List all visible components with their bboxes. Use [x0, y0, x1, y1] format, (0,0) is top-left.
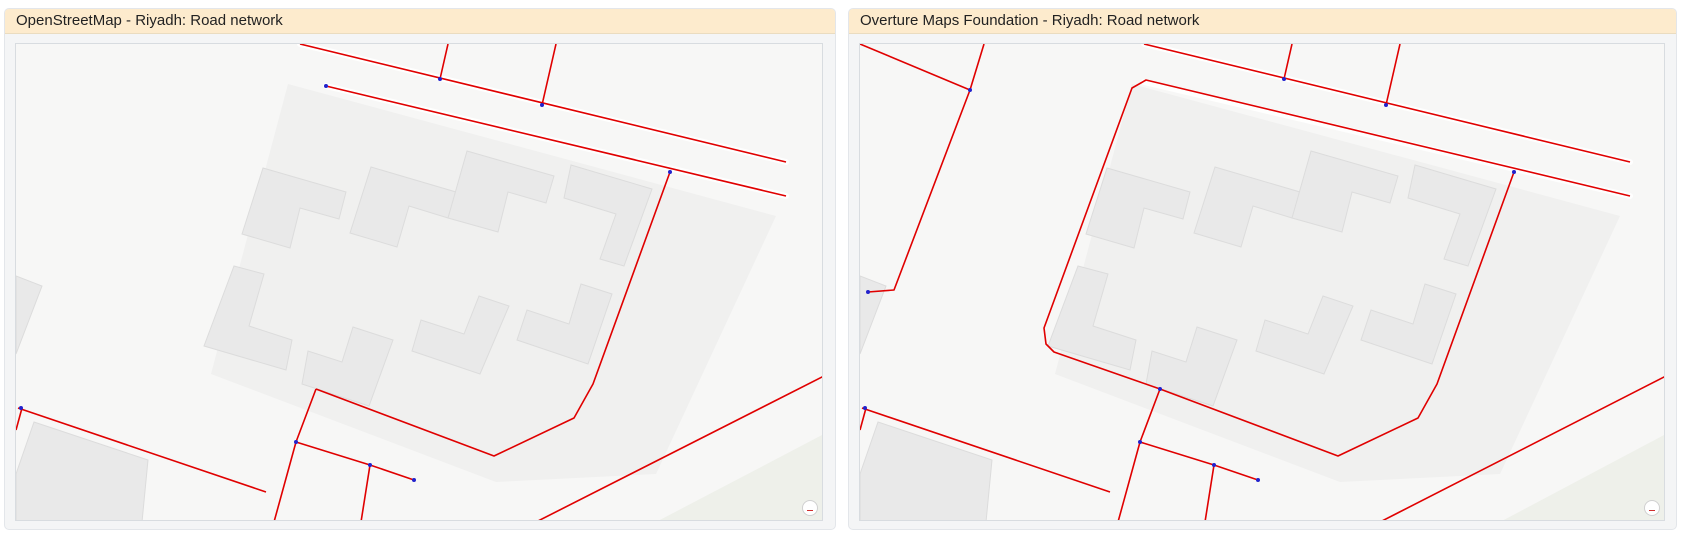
- road-node: [294, 440, 298, 444]
- road: [295, 441, 415, 481]
- building: [16, 421, 149, 520]
- road: [867, 44, 985, 293]
- road: [360, 464, 371, 520]
- road: [1283, 44, 1293, 80]
- road-node: [863, 406, 867, 410]
- road-node: [668, 170, 672, 174]
- road-node: [438, 77, 442, 81]
- panel-title: OpenStreetMap - Riyadh: Road network: [5, 9, 835, 34]
- road: [860, 44, 971, 91]
- road-node: [324, 84, 328, 88]
- road: [1139, 441, 1259, 481]
- road-node: [19, 406, 23, 410]
- road-node: [1512, 170, 1516, 174]
- campus-area: [1055, 84, 1620, 482]
- overture-map-panel: Overture Maps Foundation - Riyadh: Road …: [848, 8, 1677, 530]
- road-node: [1158, 387, 1162, 391]
- road-node: [368, 463, 372, 467]
- road-node: [1256, 478, 1260, 482]
- osm-map-panel: OpenStreetMap - Riyadh: Road network: [4, 8, 836, 530]
- road-node: [1384, 103, 1388, 107]
- building: [16, 275, 43, 355]
- campus-area: [211, 84, 776, 482]
- panel-title: Overture Maps Foundation - Riyadh: Road …: [849, 9, 1676, 34]
- road: [541, 44, 557, 106]
- map-view[interactable]: [15, 43, 823, 521]
- map-canvas[interactable]: [860, 44, 1665, 521]
- road-node: [1282, 77, 1286, 81]
- road-node: [1212, 463, 1216, 467]
- building: [860, 275, 887, 355]
- road: [1204, 464, 1215, 520]
- road-node: [412, 478, 416, 482]
- park-area: [1503, 435, 1664, 520]
- road-node: [1138, 440, 1142, 444]
- road-node: [540, 103, 544, 107]
- road-node: [968, 88, 972, 92]
- park-area: [659, 435, 822, 520]
- road: [16, 407, 23, 431]
- map-view[interactable]: [859, 43, 1665, 521]
- map-attribution-icon[interactable]: [802, 500, 818, 516]
- road: [1385, 44, 1401, 106]
- map-canvas[interactable]: [16, 44, 823, 521]
- building: [860, 421, 993, 520]
- road: [439, 44, 449, 80]
- road: [860, 407, 867, 431]
- road-node: [866, 290, 870, 294]
- map-attribution-icon[interactable]: [1644, 500, 1660, 516]
